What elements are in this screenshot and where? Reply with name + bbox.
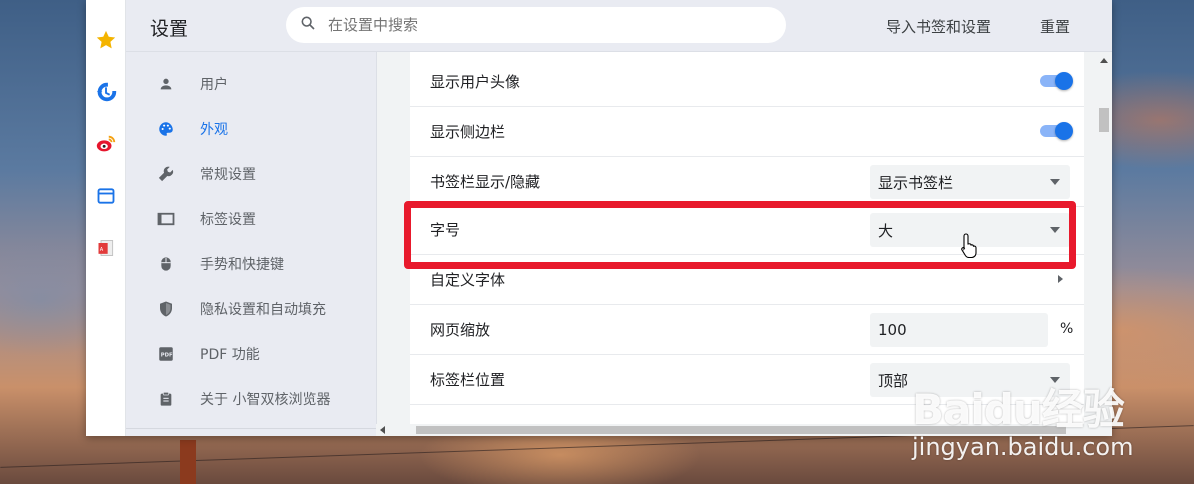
chevron-down-icon: [1050, 227, 1060, 233]
setting-row-show-sidebar: 显示侧边栏: [410, 107, 1084, 157]
utility-pole: [180, 440, 196, 484]
appearance-settings-card: 显示用户头像 显示侧边栏 书签栏显示/隐藏 显示书签栏 字号 大 自定义字体 网…: [410, 52, 1084, 424]
setting-row-bookmark-bar: 书签栏显示/隐藏 显示书签栏: [410, 157, 1084, 207]
setting-label: 自定义字体: [430, 271, 506, 289]
settings-window: A 设置 导入书签和设置 重置 用户 外观 常规设置 标签设置: [86, 0, 1112, 436]
show-avatar-toggle[interactable]: [1040, 72, 1073, 90]
settings-sidebar: 用户 外观 常规设置 标签设置 手势和快捷键 隐私设置和自动填充 PDF PDF…: [126, 52, 376, 436]
toggle-knob: [1055, 72, 1073, 90]
sidebar-item-appearance[interactable]: 外观: [126, 109, 376, 149]
svg-text:PDF: PDF: [161, 352, 173, 358]
side-icon-bar: A: [86, 0, 126, 436]
scroll-up-arrow-icon[interactable]: [1100, 58, 1108, 63]
setting-row-page-zoom: 网页缩放 100 %: [410, 305, 1084, 355]
tab-icon: [156, 209, 176, 229]
setting-label: 网页缩放: [430, 321, 491, 339]
chevron-down-icon: [1050, 179, 1060, 185]
history-icon[interactable]: [94, 80, 118, 104]
search-box[interactable]: [286, 7, 786, 43]
sidebar-item-gestures[interactable]: 手势和快捷键: [126, 244, 376, 284]
person-icon: [156, 74, 176, 94]
window-icon[interactable]: [94, 184, 118, 208]
sidebar-item-label: 用户: [200, 77, 228, 93]
show-sidebar-toggle[interactable]: [1040, 122, 1073, 140]
search-input[interactable]: [328, 16, 768, 34]
reset-link[interactable]: 重置: [1040, 16, 1070, 37]
page-zoom-input[interactable]: 100: [870, 313, 1048, 347]
sidebar-item-privacy[interactable]: 隐私设置和自动填充: [126, 289, 376, 329]
shield-icon: [156, 299, 176, 319]
sidebar-item-label: 手势和快捷键: [200, 257, 284, 273]
scroll-thumb[interactable]: [1099, 108, 1109, 132]
pdf-document-icon[interactable]: A: [94, 236, 118, 260]
wrench-icon: [156, 164, 176, 184]
sidebar-item-about[interactable]: 关于 小智双核浏览器: [126, 379, 376, 419]
setting-row-font-size: 字号 大: [410, 205, 1084, 255]
sidebar-item-label: 关于 小智双核浏览器: [200, 392, 331, 408]
bookmark-bar-select[interactable]: 显示书签栏: [870, 165, 1070, 199]
vertical-scrollbar[interactable]: [1096, 52, 1112, 424]
chevron-right-icon: [1058, 275, 1063, 283]
sidebar-item-label: 常规设置: [200, 167, 256, 183]
setting-label: 字号: [430, 221, 461, 239]
toggle-knob: [1055, 122, 1073, 140]
select-value: 大: [878, 221, 894, 240]
pdf-icon: PDF: [156, 344, 176, 364]
setting-label: 标签栏位置: [430, 371, 506, 389]
setting-row-show-avatar: 显示用户头像: [410, 57, 1084, 107]
import-bookmarks-link[interactable]: 导入书签和设置: [886, 16, 991, 37]
page-title: 设置: [150, 18, 189, 40]
star-icon[interactable]: [94, 28, 118, 52]
scroll-left-arrow-icon[interactable]: [380, 426, 385, 434]
settings-header: 设置 导入书签和设置 重置: [126, 0, 1112, 52]
mouse-icon: [156, 254, 176, 274]
weibo-icon[interactable]: [94, 132, 118, 156]
svg-text:A: A: [100, 247, 104, 253]
zoom-value: 100: [878, 321, 907, 339]
select-value: 顶部: [878, 371, 909, 390]
sidebar-item-label: 标签设置: [200, 212, 256, 228]
sidebar-item-user[interactable]: 用户: [126, 64, 376, 104]
setting-label: 书签栏显示/隐藏: [430, 173, 541, 191]
sidebar-item-label: 隐私设置和自动填充: [200, 302, 326, 318]
watermark-url: jingyan.baidu.com: [912, 433, 1134, 461]
palette-icon: [156, 119, 176, 139]
search-icon: [300, 15, 316, 35]
sidebar-item-tabs[interactable]: 标签设置: [126, 199, 376, 239]
zoom-unit: %: [1060, 321, 1074, 337]
clipboard-icon: [156, 389, 176, 409]
sidebar-item-pdf[interactable]: PDF PDF 功能: [126, 334, 376, 374]
setting-label: 显示侧边栏: [430, 123, 506, 141]
select-value: 显示书签栏: [878, 173, 954, 192]
sidebar-item-general[interactable]: 常规设置: [126, 154, 376, 194]
setting-label: 显示用户头像: [430, 73, 521, 91]
watermark-logo: Baidu经验: [912, 385, 1125, 434]
sidebar-item-label: PDF 功能: [200, 347, 260, 363]
setting-row-custom-font[interactable]: 自定义字体: [410, 255, 1084, 305]
sidebar-divider: [126, 428, 376, 429]
sidebar-item-label: 外观: [200, 122, 228, 138]
hand-cursor-icon: [960, 232, 980, 262]
baidu-jingyan-watermark: Baidu经验 jingyan.baidu.com: [912, 376, 1133, 461]
